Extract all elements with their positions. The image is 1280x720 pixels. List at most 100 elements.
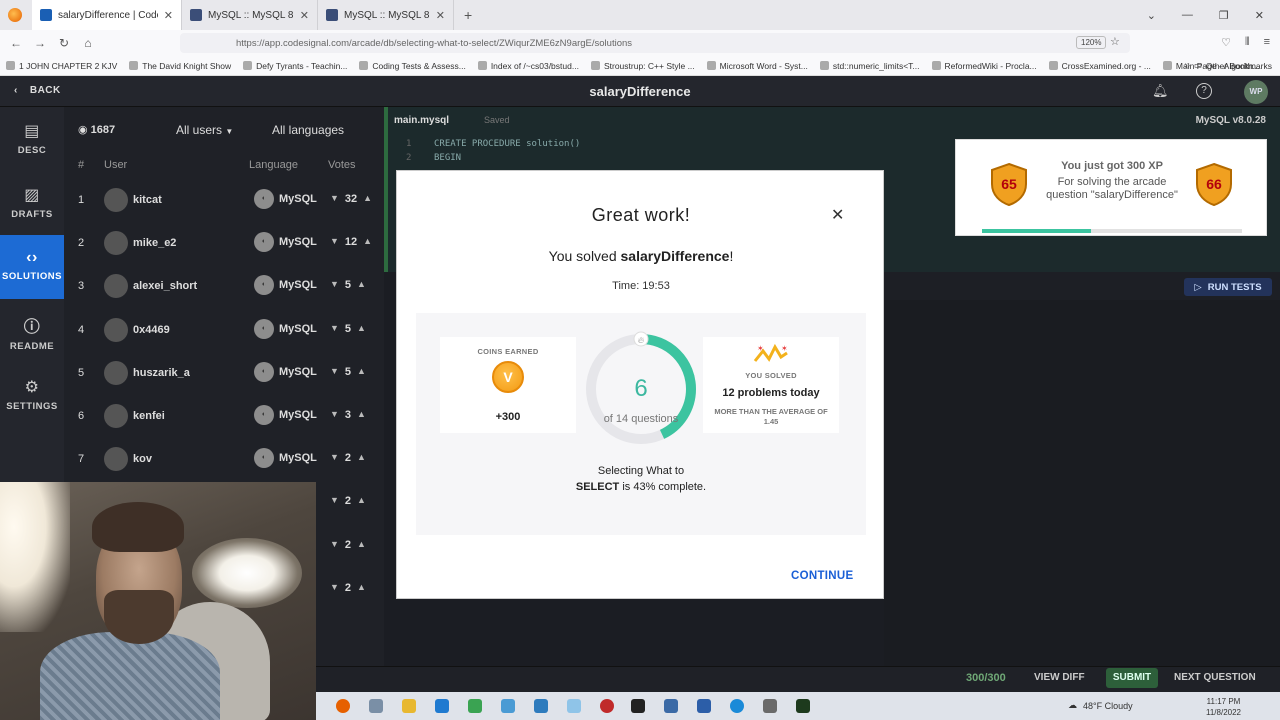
forward-arrow-icon[interactable]: → [28,36,52,50]
minimize-icon[interactable]: — [1182,9,1193,21]
editor-language[interactable]: MySQL v8.0.28 [1196,115,1266,126]
file-tab[interactable]: main.mysql [394,115,449,126]
chevron-down-icon[interactable]: ▼ [330,236,339,248]
app-taskbar-icon[interactable] [763,699,777,713]
chevron-up-icon[interactable]: ▲ [357,539,366,551]
app-taskbar-icon[interactable] [664,699,678,713]
app-taskbar-icon[interactable] [796,699,810,713]
back-arrow-icon[interactable]: ← [4,36,28,50]
chevron-up-icon[interactable]: ▲ [357,495,366,507]
bookmark-item[interactable]: Microsoft Word - Syst... [701,61,814,71]
table-row[interactable]: 6 kenfei ◐ MySQL ▼ 3 ▲ [64,394,384,437]
other-bookmarks[interactable]: ▭ Other Bookmarks [1194,60,1272,71]
table-row[interactable]: 1 kitcat ◐ MySQL ▼ 32 ▲ [64,178,384,221]
chevron-up-icon[interactable]: ▲ [357,409,366,421]
sidebar-item-settings[interactable]: ⚙ SETTINGS [0,363,64,427]
folder-taskbar-icon[interactable] [402,699,416,713]
view-diff-button[interactable]: VIEW DIFF [1034,672,1085,683]
app-taskbar-icon[interactable] [468,699,482,713]
chevron-down-icon[interactable]: ▼ [330,409,339,421]
row-user[interactable]: kov [133,453,152,465]
firefox-taskbar-icon[interactable] [336,699,350,713]
run-tests-button[interactable]: ▷ RUN TESTS [1184,278,1272,296]
chevron-up-icon[interactable]: ▲ [357,323,366,335]
url-bar[interactable]: https://app.codesignal.com/arcade/db/sel… [180,33,1130,53]
chevron-down-icon[interactable]: ▼ [330,366,339,378]
chevron-up-icon[interactable]: ▲ [363,193,372,205]
new-tab-button[interactable]: + [464,7,472,23]
tab-list-icon[interactable]: ⌄ [1147,9,1156,22]
chevron-up-icon[interactable]: ▲ [357,366,366,378]
tab-mysql-ref-2[interactable]: MySQL :: MySQL 8.0 Reference ✕ [318,0,454,30]
bookmarks-overflow-icon[interactable]: » [1184,60,1190,71]
tab-mysql-ref-1[interactable]: MySQL :: MySQL 8.0 Reference ✕ [182,0,318,30]
chevron-down-icon[interactable]: ▼ [330,452,339,464]
chevron-up-icon[interactable]: ▲ [357,452,366,464]
row-user[interactable]: mike_e2 [133,237,176,249]
chevron-down-icon[interactable]: ▼ [330,582,339,594]
app-taskbar-icon[interactable] [600,699,614,713]
row-user[interactable]: alexei_short [133,280,197,292]
next-question-button[interactable]: NEXT QUESTION [1174,672,1256,683]
bell-icon[interactable]: 🔔︎ [1152,83,1169,99]
row-user[interactable]: kitcat [133,194,162,206]
terminal-taskbar-icon[interactable] [631,699,645,713]
bookmark-item[interactable]: Defy Tyrants - Teachin... [237,61,353,71]
sidebar-item-solutions[interactable]: ‹› SOLUTIONS [0,235,64,299]
row-user[interactable]: huszarik_a [133,367,190,379]
chevron-down-icon[interactable]: ▼ [330,539,339,551]
table-row[interactable]: 4 0x4469 ◐ MySQL ▼ 5 ▲ [64,308,384,351]
bookmark-item[interactable]: ReformedWiki - Procla... [926,61,1043,71]
chevron-up-icon[interactable]: ▲ [357,582,366,594]
close-icon[interactable]: ✕ [300,9,309,22]
chevron-down-icon[interactable]: ▼ [330,193,339,205]
bookmark-item[interactable]: The David Knight Show [123,61,237,71]
powershell-taskbar-icon[interactable] [697,699,711,713]
users-filter[interactable]: All users ▼ [176,123,233,137]
row-user[interactable]: 0x4469 [133,324,170,336]
edge-taskbar-icon[interactable] [730,699,744,713]
continue-button[interactable]: CONTINUE [791,570,853,582]
bookmark-item[interactable]: 1 JOHN CHAPTER 2 KJV [0,61,123,71]
sidebar-item-desc[interactable]: ▤ DESC [0,107,64,171]
close-icon[interactable]: ✕ [164,9,173,22]
chevron-up-icon[interactable]: ▲ [363,236,372,248]
tab-codesignal[interactable]: salaryDifference | CodeSignal ✕ [32,0,182,30]
taskbar-clock[interactable]: 11:17 PM 11/8/2022 [1206,696,1241,718]
languages-filter[interactable]: All languages [272,123,344,137]
chevron-down-icon[interactable]: ▼ [330,495,339,507]
bookmark-item[interactable]: Index of /~cs03/bstud... [472,61,585,71]
zoom-level[interactable]: 120% [1076,36,1107,49]
pocket-icon[interactable]: ♡ [1221,36,1231,49]
table-row[interactable]: 3 alexei_short ◐ MySQL ▼ 5 ▲ [64,264,384,307]
table-row[interactable]: 5 huszarik_a ◐ MySQL ▼ 5 ▲ [64,351,384,394]
app-taskbar-icon[interactable] [501,699,515,713]
bookmark-item[interactable]: Coding Tests & Assess... [353,61,471,71]
app-taskbar-icon[interactable] [567,699,581,713]
close-icon[interactable]: ✕ [831,205,844,225]
bookmark-item[interactable]: CrossExamined.org - ... [1043,61,1157,71]
weather-widget[interactable]: ☁ 48°F Cloudy [1068,700,1133,711]
library-icon[interactable]: ⫴ [1245,36,1250,49]
sidebar-item-readme[interactable]: ⓘ README [0,299,64,363]
close-icon[interactable]: ✕ [436,9,445,22]
vscode-taskbar-icon[interactable] [435,699,449,713]
row-user[interactable]: kenfei [133,410,165,422]
chevron-down-icon[interactable]: ▼ [330,323,339,335]
help-icon[interactable]: ? [1196,83,1212,99]
submit-button[interactable]: SUBMIT [1106,668,1158,688]
pen-taskbar-icon[interactable] [369,699,383,713]
chevron-down-icon[interactable]: ▼ [330,279,339,291]
bookmark-item[interactable]: Stroustrup: C++ Style ... [585,61,701,71]
sidebar-item-drafts[interactable]: ▨ DRAFTS [0,171,64,235]
maximize-icon[interactable]: ❐ [1219,9,1229,22]
close-window-icon[interactable]: ✕ [1255,9,1264,22]
menu-icon[interactable]: ≡ [1264,36,1270,49]
bookmark-star-icon[interactable]: ☆ [1110,35,1120,48]
reload-icon[interactable]: ↻ [52,36,76,50]
table-row[interactable]: 7 kov ◐ MySQL ▼ 2 ▲ [64,437,384,480]
avatar[interactable]: WP [1244,80,1268,104]
table-row[interactable]: 2 mike_e2 ◐ MySQL ▼ 12 ▲ [64,221,384,264]
calculator-taskbar-icon[interactable] [534,699,548,713]
bookmark-item[interactable]: std::numeric_limits<T... [814,61,926,71]
